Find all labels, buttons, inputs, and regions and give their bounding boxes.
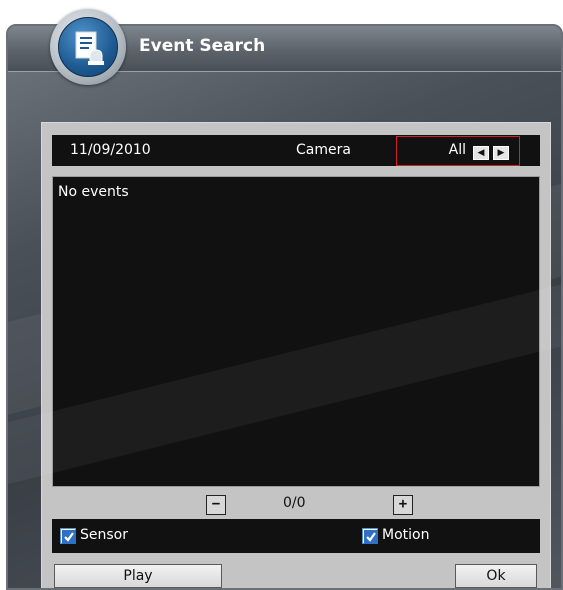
checkmark-icon (62, 530, 76, 544)
event-type-filters: Sensor Motion (52, 519, 540, 553)
sensor-checkbox[interactable] (60, 528, 76, 544)
window-title: Event Search (139, 36, 266, 56)
page-next-button[interactable]: + (393, 495, 413, 515)
ok-button[interactable]: Ok (455, 564, 537, 588)
play-button[interactable]: Play (54, 564, 222, 588)
event-list[interactable]: No events (52, 176, 540, 487)
date-value[interactable]: 11/09/2010 (70, 142, 151, 158)
event-search-window: Event Search 11/09/2010 Camera All ◀ ▶ N… (6, 24, 563, 590)
filter-header: 11/09/2010 Camera All ◀ ▶ (52, 135, 540, 166)
camera-selector-value: All (448, 142, 466, 158)
motion-checkbox[interactable] (362, 528, 378, 544)
camera-label: Camera (296, 142, 351, 158)
camera-selector[interactable]: All ◀ ▶ (396, 136, 520, 166)
checkmark-icon (364, 530, 378, 544)
empty-list-message: No events (58, 184, 129, 200)
arrow-right-icon[interactable]: ▶ (493, 146, 509, 160)
page-prev-button[interactable]: − (206, 495, 226, 515)
motion-label: Motion (382, 527, 430, 543)
page-counter: 0/0 (283, 495, 306, 511)
sensor-label: Sensor (80, 527, 128, 543)
event-search-document-icon (50, 9, 126, 85)
event-search-panel: 11/09/2010 Camera All ◀ ▶ No events − 0/… (41, 122, 551, 588)
arrow-left-icon[interactable]: ◀ (473, 146, 489, 160)
